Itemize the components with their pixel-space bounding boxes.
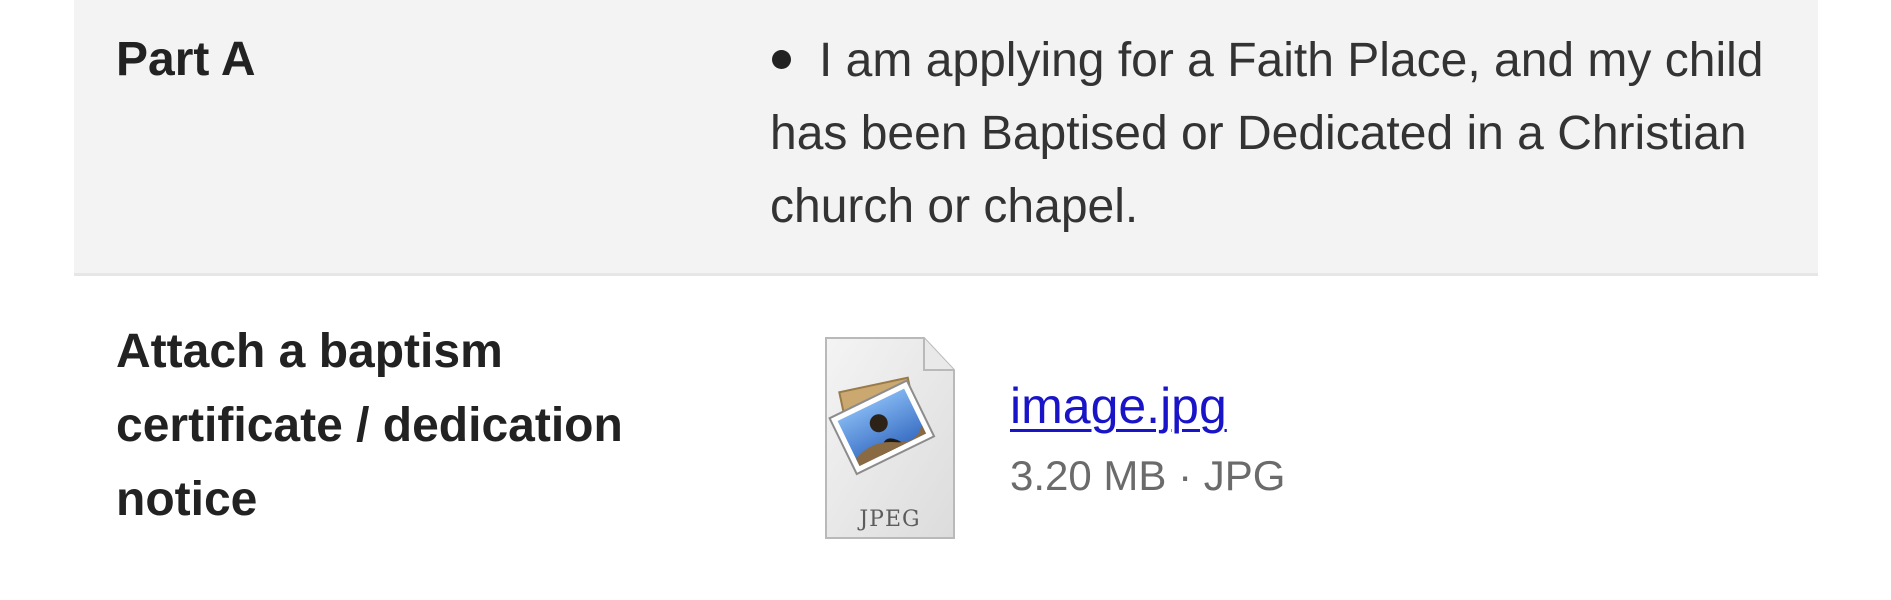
summary-row-attachment: Attach a baptism certificate / dedicatio…	[74, 276, 1818, 576]
bullet-icon	[772, 49, 791, 69]
file-meta: image.jpg 3.20 MB · JPG	[1010, 334, 1285, 504]
jpeg-file-icon[interactable]: JPEG	[820, 334, 960, 544]
list-item: I am applying for a Faith Place, and my …	[770, 24, 1810, 243]
svg-text:JPEG: JPEG	[857, 507, 920, 532]
summary-table: Part A I am applying for a Faith Place, …	[74, 0, 1818, 576]
list-item-text: I am applying for a Faith Place, and my …	[770, 34, 1764, 233]
file-name-link[interactable]: image.jpg	[1010, 374, 1285, 438]
row-value: I am applying for a Faith Place, and my …	[770, 24, 1810, 243]
file-size-type: 3.20 MB · JPG	[1010, 452, 1286, 499]
row-label: Part A	[116, 33, 256, 86]
selection-list: I am applying for a Faith Place, and my …	[770, 24, 1810, 243]
summary-row-part-a: Part A I am applying for a Faith Place, …	[74, 0, 1818, 276]
attachment: JPEG image.jpg 3.20 MB · JPG	[820, 334, 1285, 544]
row-label: Attach a baptism certificate / dedicatio…	[116, 325, 623, 526]
